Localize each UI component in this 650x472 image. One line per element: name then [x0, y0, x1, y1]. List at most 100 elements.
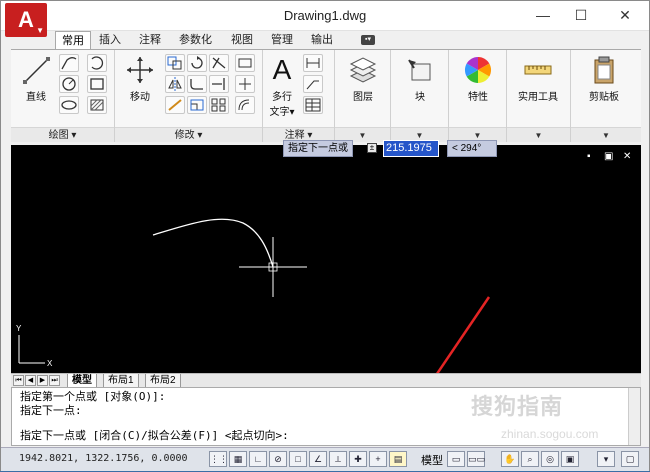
hatch-button[interactable]: [87, 96, 107, 114]
fillet-button[interactable]: [187, 75, 207, 93]
layers-button[interactable]: 图层: [340, 54, 386, 103]
ducs-icon: ⟂: [334, 454, 341, 464]
panel-modify: 移动 修改 ▾: [115, 50, 263, 142]
quick-view-drawings-button[interactable]: ▭▭: [467, 451, 485, 467]
quick-view-layouts-button[interactable]: ▭: [447, 451, 465, 467]
tab-layout2[interactable]: 布局2: [145, 374, 181, 388]
offset-button[interactable]: [235, 96, 255, 114]
properties-button[interactable]: 特性: [455, 54, 501, 103]
rectangle-icon: [90, 78, 104, 90]
extend-button[interactable]: [209, 75, 229, 93]
rectangle-button[interactable]: [87, 75, 107, 93]
clipboard-panel-caret[interactable]: ▼: [571, 127, 641, 142]
steering-wheel-button[interactable]: ◎: [541, 451, 559, 467]
next-layout-button[interactable]: ▶: [37, 375, 48, 386]
stretch-icon: [168, 99, 182, 111]
polyline-button[interactable]: [59, 54, 79, 72]
array-icon: [211, 98, 226, 112]
hatch-icon: [90, 99, 104, 111]
trim-button[interactable]: [209, 54, 229, 72]
clean-screen-button[interactable]: ▢: [621, 451, 639, 467]
tab-manage[interactable]: 管理: [271, 31, 293, 49]
quick-properties-button[interactable]: ▤: [389, 451, 407, 467]
ellipse-button[interactable]: [59, 96, 79, 114]
command-scrollbar[interactable]: [628, 388, 640, 445]
leader-button[interactable]: [303, 75, 323, 93]
prev-layout-button[interactable]: ◀: [25, 375, 36, 386]
toolbar-lock-button[interactable]: ▾: [597, 451, 615, 467]
tab-home[interactable]: 常用: [55, 31, 91, 49]
move-icon: [127, 57, 153, 83]
clipboard-button[interactable]: 剪贴板: [581, 54, 627, 103]
dynamic-input-button[interactable]: ✚: [349, 451, 367, 467]
line-icon: [23, 57, 50, 84]
dynamic-input-length-field[interactable]: 215.1975: [383, 140, 439, 157]
tab-annotate[interactable]: 注释: [139, 31, 161, 49]
pan-button[interactable]: ✋: [501, 451, 519, 467]
line-tool-button[interactable]: 直线: [13, 54, 59, 103]
ortho-icon: ∟: [253, 454, 263, 464]
application-menu-button[interactable]: A ▼: [5, 3, 47, 37]
dyn-icon: ✚: [354, 454, 362, 464]
close-button[interactable]: ✕: [611, 5, 639, 25]
scale-button[interactable]: [187, 96, 207, 114]
panel-annotation: A 多行 文字▾ 注释 ▾: [263, 50, 335, 142]
grid-display-button[interactable]: ▦: [229, 451, 247, 467]
erase-icon: [238, 58, 252, 68]
block-button[interactable]: 块: [397, 54, 443, 103]
arc-button[interactable]: [87, 54, 107, 72]
chevron-down-icon: ▼: [415, 131, 424, 140]
ribbon-minimize-icon[interactable]: ▪▾: [361, 35, 375, 45]
ucs-x-label: X: [47, 359, 53, 368]
array-button[interactable]: [209, 96, 229, 114]
dynamic-input-options-icon[interactable]: ±: [367, 143, 377, 153]
command-prompt[interactable]: 指定下一点或 [闭合(C)/拟合公差(F)] <起点切向>:: [20, 429, 289, 443]
maximize-button[interactable]: ☐: [567, 5, 595, 25]
mtext-tool-button[interactable]: A 多行 文字▾: [265, 54, 299, 118]
dimension-button[interactable]: [303, 54, 323, 72]
draw-panel-title[interactable]: 绘图 ▾: [11, 127, 114, 142]
copy-button[interactable]: [165, 54, 185, 72]
autocad-logo-icon: A: [18, 7, 34, 32]
minimize-button[interactable]: —: [529, 5, 557, 25]
utilities-label: 实用工具: [518, 92, 558, 103]
drawing-canvas[interactable]: ▪ ▣ ✕ X Y: [11, 145, 641, 373]
explode-button[interactable]: [235, 75, 255, 93]
coordinate-readout[interactable]: 1942.8021, 1322.1756, 0.0000: [19, 453, 188, 464]
trim-icon: [212, 57, 226, 69]
tab-layout1[interactable]: 布局1: [103, 374, 139, 388]
mirror-button[interactable]: [165, 75, 185, 93]
otrack-icon: ∠: [313, 454, 323, 464]
model-space-label[interactable]: 模型: [421, 452, 443, 468]
grid-icon: ▦: [233, 454, 243, 464]
stretch-button[interactable]: [165, 96, 185, 114]
dynamic-ucs-button[interactable]: ⟂: [329, 451, 347, 467]
modify-panel-title[interactable]: 修改 ▾: [115, 127, 262, 142]
tab-insert[interactable]: 插入: [99, 31, 121, 49]
rotate-button[interactable]: [187, 54, 207, 72]
zoom-button[interactable]: ⌕: [521, 451, 539, 467]
circle-button[interactable]: [59, 75, 79, 93]
watermark-logo: 搜狗指南: [471, 394, 564, 419]
showmotion-button[interactable]: ▣: [561, 451, 579, 467]
object-snap-tracking-button[interactable]: ∠: [309, 451, 327, 467]
tab-output[interactable]: 输出: [311, 31, 333, 49]
dynamic-input-angle-field[interactable]: < 294°: [447, 140, 497, 157]
utilities-panel-caret[interactable]: ▼: [507, 127, 570, 142]
utilities-button[interactable]: 实用工具: [515, 54, 561, 103]
snap-mode-button[interactable]: ⋮⋮: [209, 451, 228, 467]
object-snap-button[interactable]: □: [289, 451, 307, 467]
first-layout-button[interactable]: ⏮: [13, 375, 24, 386]
tab-view[interactable]: 视图: [231, 31, 253, 49]
tab-model[interactable]: 模型: [67, 374, 97, 388]
chevron-down-icon: ▼: [358, 131, 367, 140]
polar-tracking-button[interactable]: ⊘: [269, 451, 287, 467]
ortho-mode-button[interactable]: ∟: [249, 451, 267, 467]
drawings-view-icon: ▭▭: [468, 454, 486, 464]
tab-parametric[interactable]: 参数化: [179, 31, 212, 49]
table-button[interactable]: [303, 96, 323, 114]
lineweight-button[interactable]: +: [369, 451, 387, 467]
move-tool-button[interactable]: 移动: [117, 54, 163, 103]
erase-button[interactable]: [235, 54, 255, 72]
last-layout-button[interactable]: ⏭: [49, 375, 60, 386]
